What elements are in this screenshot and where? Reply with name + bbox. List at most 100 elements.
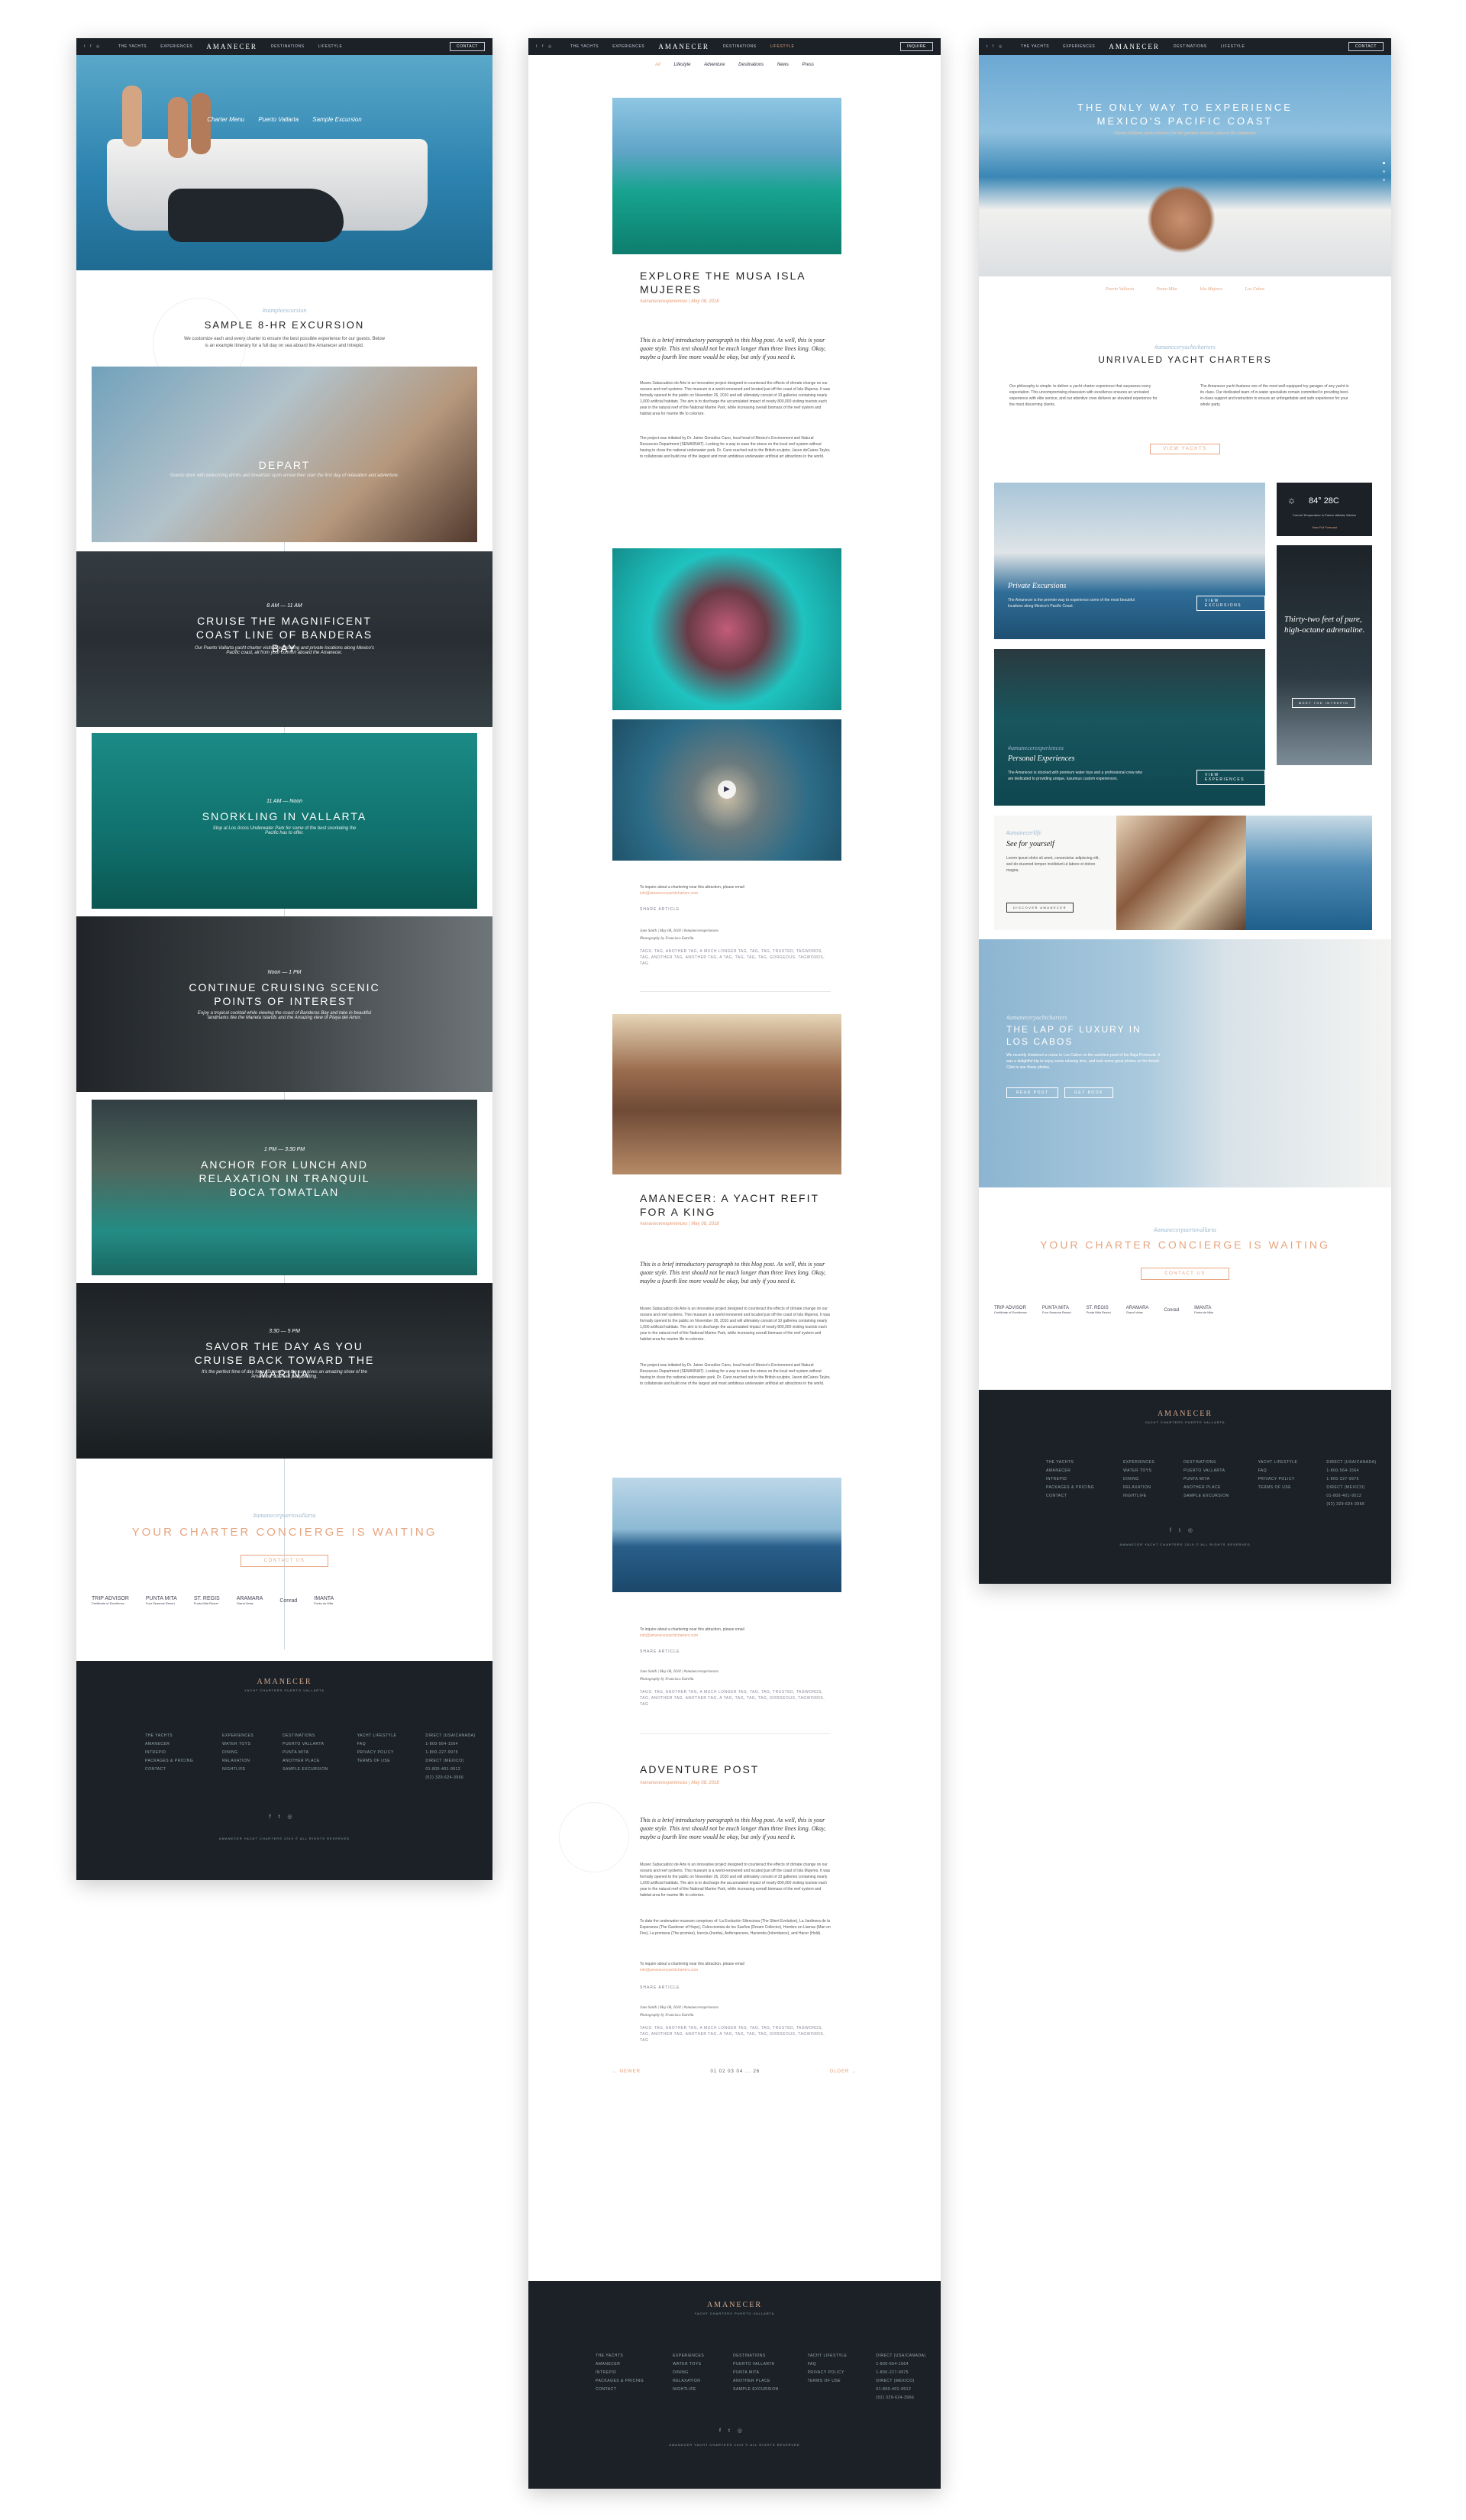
subnav-charter-menu[interactable]: Charter Menu	[207, 116, 244, 123]
footer-link[interactable]: INTREPID	[145, 1750, 193, 1755]
footer-phone[interactable]: 1-800-564-1564	[425, 1742, 475, 1746]
footer-link[interactable]: PACKAGES & PRICING	[1046, 1485, 1094, 1490]
twitter-icon[interactable]: t	[278, 1814, 287, 1820]
post-video-thumbnail[interactable]: ▶	[612, 719, 841, 861]
footer-link[interactable]: CONTACT	[1046, 1494, 1094, 1498]
slider-dot[interactable]	[1383, 162, 1385, 164]
nav-the-yachts[interactable]: THE YACHTS	[1021, 44, 1049, 49]
footer-phone[interactable]: 1-800-227-9975	[1326, 1477, 1376, 1481]
footer-link[interactable]: TERMS OF USE	[808, 2379, 848, 2383]
footer-link[interactable]: WATER TOYS	[673, 2362, 704, 2367]
footer-link[interactable]: SAMPLE EXCURSION	[283, 1767, 328, 1772]
footer-phone[interactable]: 1-800-227-9975	[425, 1750, 475, 1755]
footer-link[interactable]: AMANECER	[1046, 1468, 1094, 1473]
footer-phone[interactable]: (52) 329-624-3966	[1326, 1502, 1376, 1507]
contact-button[interactable]: CONTACT	[1348, 42, 1384, 51]
share-article[interactable]: SHARE ARTICLE	[640, 907, 680, 912]
facebook-icon[interactable]: f	[542, 44, 544, 49]
nav-lifestyle[interactable]: LIFESTYLE	[770, 44, 795, 49]
itinerary-card[interactable]: 3:30 — 5 PM SAVOR THE DAY AS YOU CRUISE …	[76, 1283, 492, 1459]
footer-link[interactable]: EXPERIENCES	[222, 1733, 253, 1738]
footer-link[interactable]: INTREPID	[1046, 1477, 1094, 1481]
filter-destinations[interactable]: Destinations	[738, 63, 764, 67]
facebook-icon[interactable]: f	[719, 2428, 728, 2434]
intrepid-card[interactable]: Thirty-two feet of pure, high-octane adr…	[1277, 545, 1372, 765]
get-book-button[interactable]: GET BOOK	[1064, 1087, 1114, 1098]
footer-link[interactable]: DINING	[673, 2370, 704, 2375]
footer-link[interactable]: FAQ	[357, 1742, 397, 1746]
concierge-contact-button[interactable]: CONTACT US	[1141, 1268, 1229, 1280]
post-image-sculpture[interactable]	[612, 548, 841, 710]
footer-phone[interactable]: 01-800-401-9512	[876, 2387, 925, 2392]
footer-link[interactable]: PACKAGES & PRICING	[596, 2379, 644, 2383]
footer-brand[interactable]: AMANECER	[76, 1678, 492, 1686]
nav-experiences[interactable]: EXPERIENCES	[160, 44, 192, 49]
footer-brand[interactable]: AMANECER	[528, 2301, 941, 2309]
view-excursions-button[interactable]: VIEW EXCURSIONS	[1196, 596, 1265, 611]
nav-destinations[interactable]: DESTINATIONS	[271, 44, 305, 49]
nav-destinations[interactable]: DESTINATIONS	[723, 44, 757, 49]
footer-link[interactable]: AMANECER	[596, 2362, 644, 2367]
hero-link-los-cabos[interactable]: Los Cabos	[1245, 287, 1265, 292]
nav-lifestyle[interactable]: LIFESTYLE	[318, 44, 343, 49]
footer-link[interactable]: NIGHTLIFE	[1123, 1494, 1154, 1498]
slider-dot[interactable]	[1383, 170, 1385, 173]
twitter-icon[interactable]: t	[1179, 1528, 1188, 1533]
footer-phone[interactable]: 1-800-564-1564	[876, 2362, 925, 2367]
pagination-older[interactable]: OLDER →	[830, 2069, 857, 2074]
brand-logo[interactable]: AMANECER	[206, 43, 257, 50]
itinerary-card[interactable]: 8 AM — 11 AM CRUISE THE MAGNIFICENT COAS…	[76, 551, 492, 727]
instagram-icon[interactable]: ◎	[999, 44, 1003, 49]
hero-link-isla-mujeres[interactable]: Isla Mujeres	[1200, 287, 1222, 292]
meet-intrepid-button[interactable]: MEET THE INTREPID	[1292, 698, 1356, 708]
filter-press[interactable]: Press	[802, 63, 814, 67]
nav-experiences[interactable]: EXPERIENCES	[1063, 44, 1095, 49]
hero-link-puerto-vallarta[interactable]: Puerto Vallarta	[1106, 287, 1134, 292]
footer-link[interactable]: DESTINATIONS	[283, 1733, 328, 1738]
contact-button[interactable]: CONTACT	[450, 42, 485, 51]
footer-link[interactable]: SAMPLE EXCURSION	[733, 2387, 778, 2392]
slider-dot[interactable]	[1383, 179, 1385, 181]
footer-link[interactable]: PUNTA MITA	[283, 1750, 328, 1755]
pagination-newer[interactable]: ← NEWER	[612, 2069, 641, 2074]
footer-link[interactable]: ANOTHER PLACE	[283, 1759, 328, 1763]
facebook-icon[interactable]: f	[993, 44, 994, 49]
footer-phone[interactable]: 1-800-564-1564	[1326, 1468, 1376, 1473]
play-icon[interactable]: ▶	[718, 780, 736, 799]
twitter-icon[interactable]: t	[728, 2428, 738, 2434]
read-post-button[interactable]: READ POST	[1006, 1087, 1059, 1098]
footer-link[interactable]: PUNTA MITA	[1183, 1477, 1229, 1481]
footer-link[interactable]: PRIVACY POLICY	[357, 1750, 397, 1755]
footer-link[interactable]: RELAXATION	[1123, 1485, 1154, 1490]
view-yachts-button[interactable]: VIEW YACHTS	[1150, 444, 1220, 454]
footer-link[interactable]: EXPERIENCES	[1123, 1460, 1154, 1465]
footer-brand[interactable]: AMANECER	[979, 1410, 1391, 1418]
itinerary-card[interactable]: DEPART Guests dock with welcoming drinks…	[92, 367, 477, 542]
post-title[interactable]: EXPLORE THE MUSA ISLA MUJERES	[640, 269, 838, 296]
post-title[interactable]: AMANECER: A YACHT REFIT FOR A KING	[640, 1191, 838, 1219]
instagram-icon[interactable]: ◎	[738, 2428, 750, 2434]
private-excursions-card[interactable]: Private Excursions The Amanecer is the p…	[994, 483, 1265, 639]
filter-adventure[interactable]: Adventure	[704, 63, 725, 67]
instagram-icon[interactable]: ◎	[1188, 1528, 1200, 1533]
nav-the-yachts[interactable]: THE YACHTS	[118, 44, 147, 49]
footer-link[interactable]: DESTINATIONS	[1183, 1460, 1229, 1465]
twitter-icon[interactable]: t	[84, 44, 86, 49]
nav-experiences[interactable]: EXPERIENCES	[612, 44, 644, 49]
footer-link[interactable]: PUERTO VALLARTA	[283, 1742, 328, 1746]
footer-phone[interactable]: 01-800-401-9512	[425, 1767, 475, 1772]
footer-link[interactable]: ANOTHER PLACE	[733, 2379, 778, 2383]
brand-logo[interactable]: AMANECER	[658, 43, 709, 50]
filter-news[interactable]: News	[777, 63, 789, 67]
twitter-icon[interactable]: t	[536, 44, 538, 49]
filter-all[interactable]: All	[655, 63, 660, 67]
nav-the-yachts[interactable]: THE YACHTS	[570, 44, 599, 49]
nav-destinations[interactable]: DESTINATIONS	[1174, 44, 1207, 49]
weather-forecast-link[interactable]: View Full Forecast	[1284, 525, 1364, 529]
pagination-pages[interactable]: 01 02 03 04 ... 26	[710, 2069, 760, 2074]
inquire-button[interactable]: INQUIRE	[899, 42, 933, 51]
footer-link[interactable]: THE YACHTS	[1046, 1460, 1094, 1465]
footer-link[interactable]: YACHT LIFESTYLE	[808, 2354, 848, 2358]
footer-link[interactable]: ANOTHER PLACE	[1183, 1485, 1229, 1490]
share-article[interactable]: SHARE ARTICLE	[640, 1985, 680, 1990]
